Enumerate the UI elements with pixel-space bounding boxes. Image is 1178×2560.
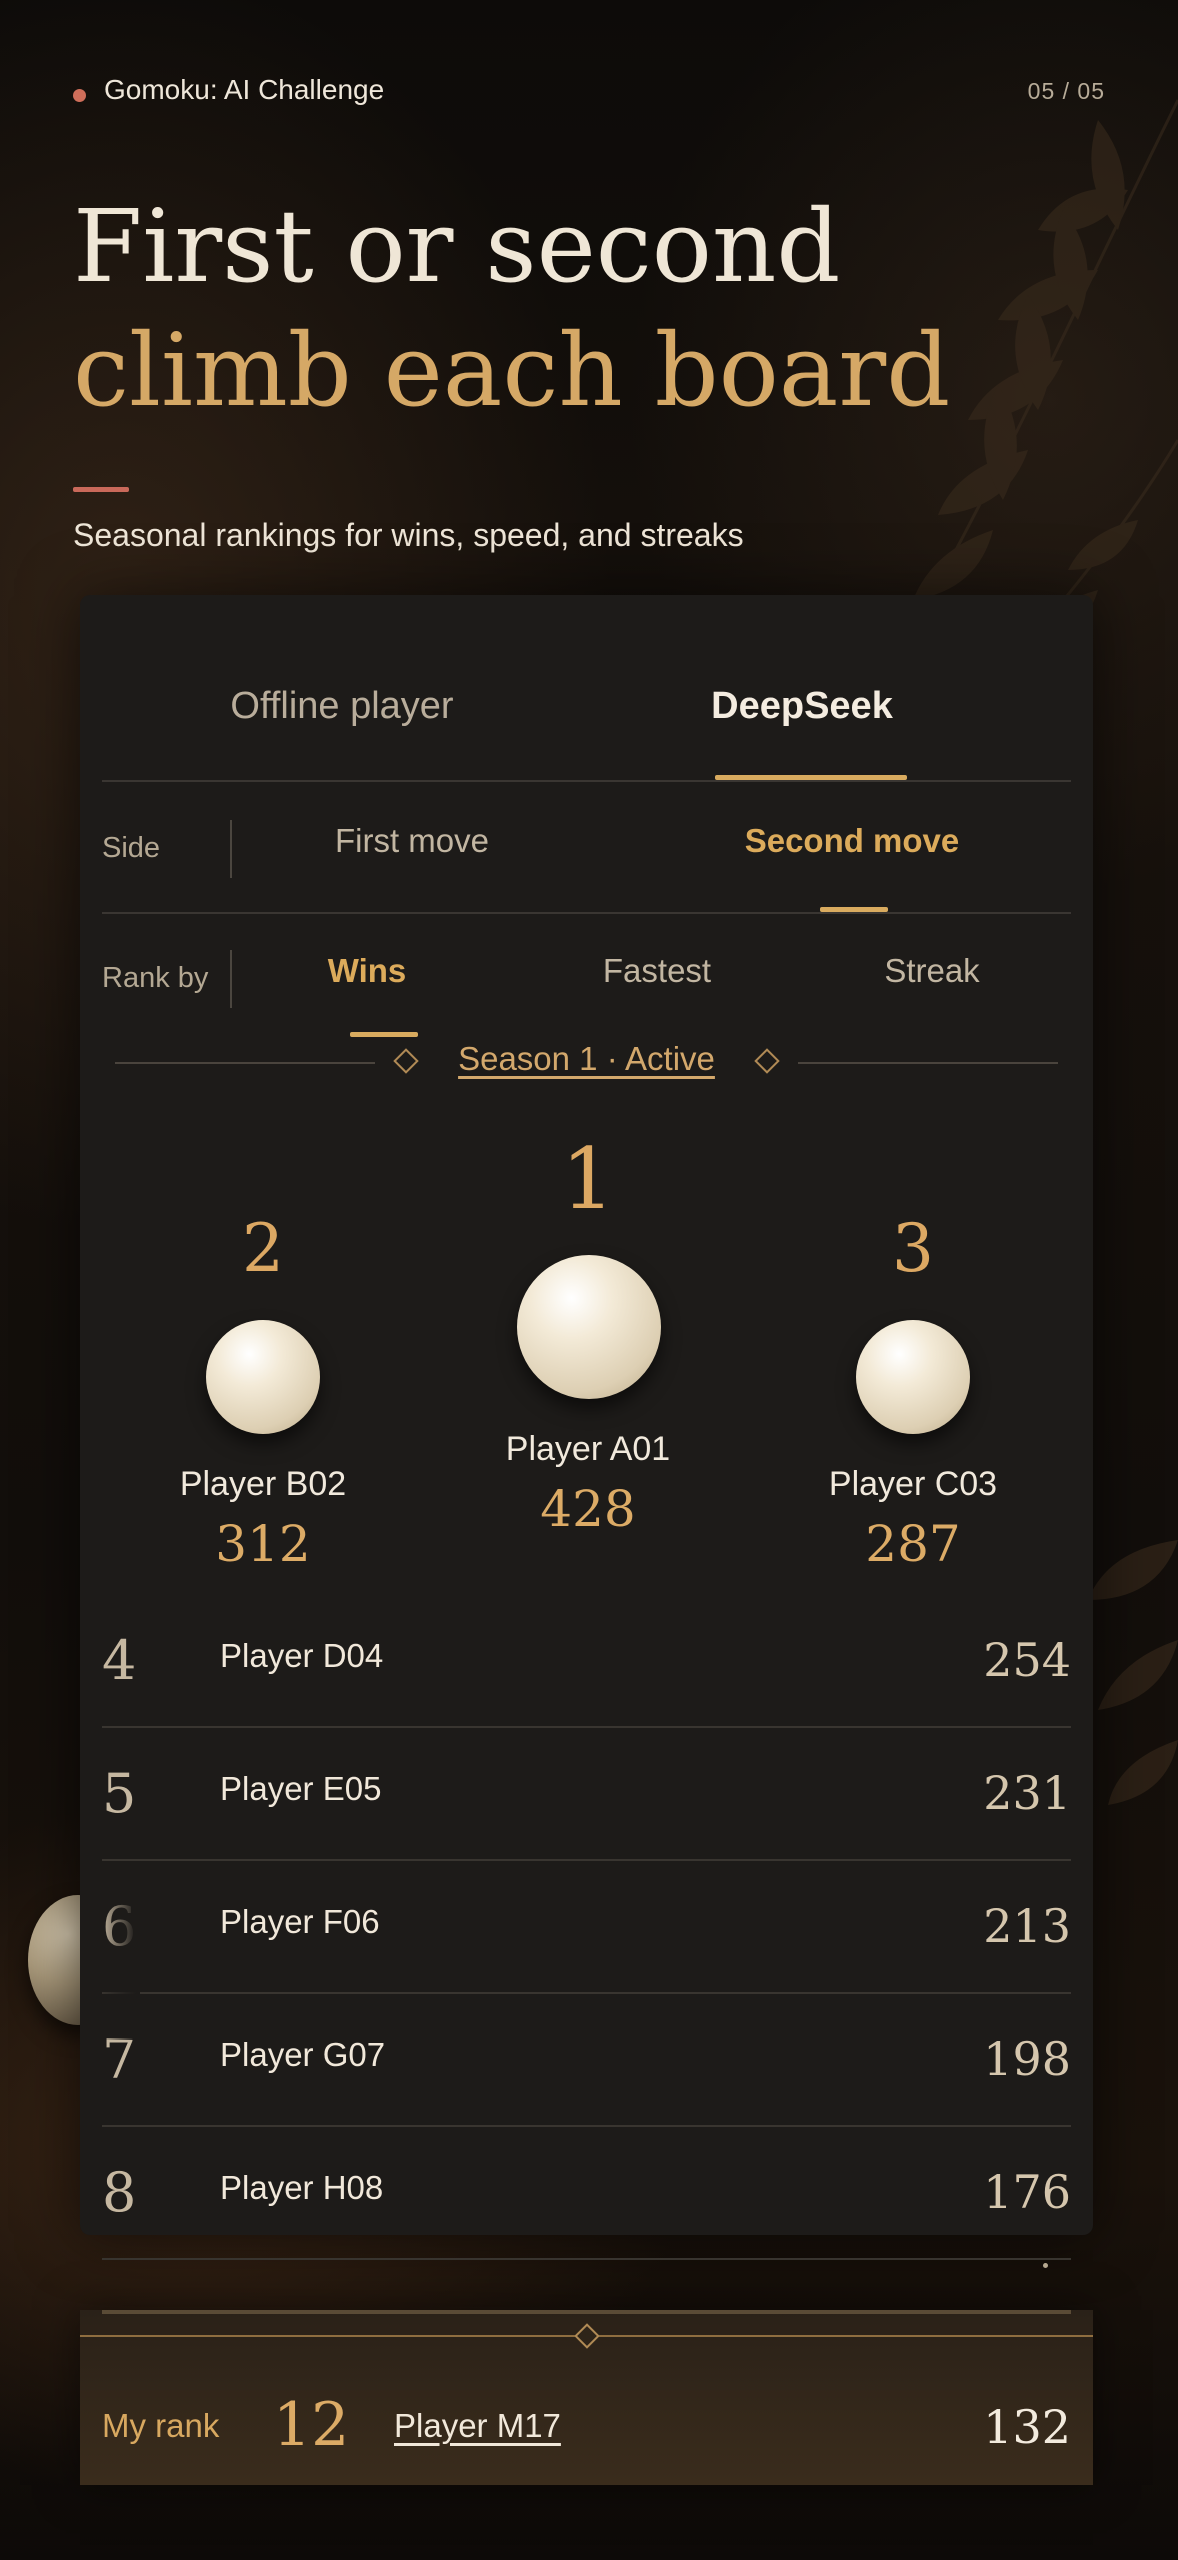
list-score: 254 [983, 1633, 1071, 1687]
my-rank-number: 12 [273, 2390, 350, 2460]
podium-rank-2: 2 [242, 1210, 284, 1287]
podium-score-3: 287 [865, 1515, 961, 1573]
my-rank-score: 132 [983, 2400, 1071, 2454]
opponent-tabs: Offline player DeepSeek [102, 595, 1071, 782]
page-indicator: 05 / 05 [1027, 78, 1105, 104]
list-item[interactable]: 4 Player D04 254 [102, 1595, 1071, 1728]
podium-name-1[interactable]: Player A01 [438, 1430, 738, 1469]
status-dot [73, 89, 86, 102]
rank-option-fastest[interactable]: Fastest [557, 952, 757, 990]
podium-name-2[interactable]: Player B02 [113, 1465, 413, 1504]
season-label[interactable]: Season 1 · Active [115, 1040, 1058, 1078]
scroll-dot [1043, 2263, 1048, 2268]
hero-subtitle: Seasonal rankings for wins, speed, and s… [73, 517, 744, 553]
list-item[interactable]: 5 Player E05 231 [102, 1728, 1071, 1861]
podium-name-3[interactable]: Player C03 [763, 1465, 1063, 1504]
divider [230, 950, 232, 1008]
list-score: 231 [983, 1766, 1071, 1820]
white-stone-icon [206, 1320, 320, 1434]
hero-heading: First or second climb each board [73, 185, 950, 433]
podium-rank-3: 3 [892, 1210, 934, 1287]
tab-deepseek[interactable]: DeepSeek [562, 685, 1042, 728]
season-banner: Season 1 · Active [115, 1030, 1058, 1090]
white-stone-icon [856, 1320, 970, 1434]
list-score: 176 [983, 2165, 1071, 2219]
divider [798, 1062, 1058, 1064]
tab-offline-player[interactable]: Offline player [102, 685, 582, 728]
side-filter-label: Side [102, 832, 161, 864]
hero-line-2: climb each board [73, 312, 951, 429]
my-rank-player-name[interactable]: Player M17 [394, 2407, 561, 2445]
divider [102, 2310, 1071, 2314]
list-player-name: Player E05 [220, 1770, 382, 1807]
list-item[interactable]: 7 Player G07 198 [102, 1994, 1071, 2127]
list-player-name: Player G07 [220, 2036, 386, 2073]
podium-rank-1: 1 [561, 1130, 615, 1228]
divider [230, 820, 232, 878]
app-title: Gomoku: AI Challenge [104, 74, 385, 105]
my-rank-bar[interactable]: My rank 12 Player M17 132 [80, 2310, 1093, 2485]
list-player-name: Player F06 [220, 1903, 380, 1940]
top-bar: Gomoku: AI Challenge 05 / 05 [73, 70, 1105, 110]
list-player-name: Player D04 [220, 1637, 384, 1674]
diamond-icon [574, 2323, 600, 2349]
rank-option-streak[interactable]: Streak [852, 952, 1012, 990]
rank-by-label: Rank by [102, 962, 209, 994]
stone-shadow [100, 1880, 140, 2040]
white-stone-icon [517, 1255, 661, 1399]
side-option-second-move[interactable]: Second move [702, 822, 1002, 860]
list-rank: 8 [102, 2161, 137, 2224]
side-filter: Side First move Second move [102, 782, 1071, 914]
list-score: 213 [983, 1899, 1071, 1953]
rank-by-filter: Rank by Wins Fastest Streak [102, 912, 1071, 1042]
list-item[interactable]: 6 Player F06 213 [102, 1861, 1071, 1994]
side-option-first-move[interactable]: First move [262, 822, 562, 860]
list-item[interactable]: 8 Player H08 176 [102, 2127, 1071, 2260]
leaderboard-panel: Offline player DeepSeek Side First move … [80, 595, 1093, 2260]
rank-option-wins[interactable]: Wins [287, 952, 447, 990]
podium-score-2: 312 [215, 1515, 311, 1573]
active-tab-indicator [715, 775, 907, 780]
ranking-list: 4 Player D04 254 5 Player E05 231 6 Play… [102, 1595, 1071, 2260]
list-player-name: Player H08 [220, 2169, 384, 2206]
list-score: 198 [983, 2032, 1071, 2086]
hero-line-1: First or second [73, 188, 841, 305]
accent-rule [73, 487, 129, 492]
podium-score-1: 428 [540, 1480, 636, 1538]
my-rank-label: My rank [102, 2407, 220, 2444]
list-rank: 5 [102, 1762, 137, 1825]
list-rank: 4 [102, 1629, 137, 1692]
